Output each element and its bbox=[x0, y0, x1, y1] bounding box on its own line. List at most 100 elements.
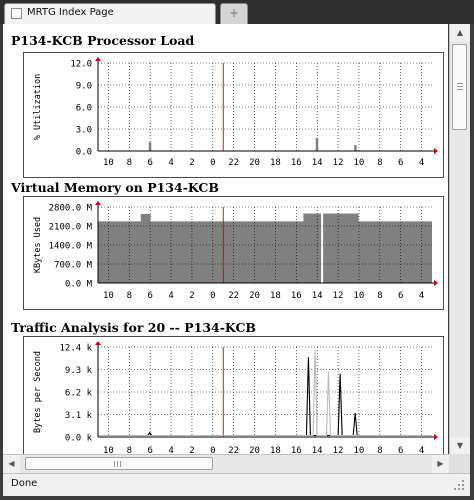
new-tab-button[interactable]: + bbox=[220, 3, 248, 24]
y-tick-label: 9.0 bbox=[76, 82, 92, 92]
tab-bar: MRTG Index Page + bbox=[0, 0, 474, 24]
x-tick-label: 20 bbox=[249, 291, 260, 301]
x-tick-label: 12 bbox=[333, 291, 344, 301]
axis-arrow-icon bbox=[95, 57, 101, 61]
x-tick-label: 8 bbox=[377, 158, 382, 168]
y-axis-label: Bytes per Second bbox=[33, 351, 43, 433]
x-tick-label: 10 bbox=[103, 291, 114, 301]
grip-line bbox=[457, 86, 463, 87]
x-tick-label: 2 bbox=[189, 446, 194, 454]
tab-title: MRTG Index Page bbox=[27, 7, 114, 18]
x-tick-label: 8 bbox=[127, 446, 132, 454]
y-tick-label: 3.0 bbox=[76, 126, 92, 136]
x-tick-label: 22 bbox=[228, 158, 239, 168]
x-tick-label: 6 bbox=[398, 291, 403, 301]
y-tick-label: 2800.0 M bbox=[49, 204, 93, 214]
axis-arrow-icon bbox=[95, 201, 101, 205]
chart-virtual-memory: 2800.0 M 2100.0 M 1400.0 M 700.0 M 0.0 M 10 8 6… bbox=[23, 196, 444, 310]
x-tick-label: 16 bbox=[291, 158, 302, 168]
y-tick-label: 0.0 M bbox=[65, 280, 93, 290]
y-tick-label: 700.0 M bbox=[54, 261, 93, 271]
chart-svg-virtual-memory: 2800.0 M 2100.0 M 1400.0 M 700.0 M 0.0 M 10 8 6… bbox=[33, 201, 438, 301]
x-tick-label: 4 bbox=[419, 158, 424, 168]
grip-line bbox=[117, 461, 118, 467]
x-tick-label: 22 bbox=[228, 291, 239, 301]
y-tick-label: 3.1 k bbox=[65, 411, 93, 421]
x-tick-label: 6 bbox=[398, 158, 403, 168]
x-tick-label: 4 bbox=[168, 446, 173, 454]
status-bar: Done bbox=[3, 473, 470, 496]
scrollbar-corner bbox=[449, 454, 470, 473]
y-axis-label: KBytes Used bbox=[33, 217, 43, 273]
y-tick-label: 6.2 k bbox=[65, 389, 93, 399]
y-tick-label: 12.4 k bbox=[59, 344, 92, 354]
x-tick-label: 8 bbox=[127, 158, 132, 168]
x-tick-label: 6 bbox=[398, 446, 403, 454]
x-tick-label: 16 bbox=[291, 446, 302, 454]
x-tick-label: 18 bbox=[270, 291, 281, 301]
grip-line bbox=[120, 461, 121, 467]
x-tick-label: 8 bbox=[127, 291, 132, 301]
vertical-scrollbar[interactable]: ▲ ▼ bbox=[449, 24, 470, 454]
y-tick-label: 2100.0 M bbox=[49, 223, 93, 233]
x-tick-label: 20 bbox=[249, 446, 260, 454]
axis-arrow-icon bbox=[434, 148, 438, 154]
vertical-scroll-thumb[interactable] bbox=[452, 44, 467, 130]
area-gap bbox=[321, 207, 324, 283]
x-tick-label: 18 bbox=[270, 158, 281, 168]
x-tick-label: 0 bbox=[210, 446, 215, 454]
x-tick-label: 22 bbox=[228, 446, 239, 454]
x-tick-label: 10 bbox=[354, 446, 365, 454]
y-tick-label: 9.3 k bbox=[65, 366, 93, 376]
scroll-down-arrow-icon[interactable]: ▼ bbox=[450, 437, 470, 454]
x-tick-label: 6 bbox=[147, 446, 152, 454]
grip-line bbox=[457, 89, 463, 90]
grip-line bbox=[114, 461, 115, 467]
x-tick-label: 14 bbox=[312, 158, 323, 168]
x-tick-label: 4 bbox=[419, 446, 424, 454]
y-tick-label: 12.0 bbox=[70, 60, 92, 70]
graph-title-processor-load: P134-KCB Processor Load bbox=[11, 33, 195, 48]
graph-title-virtual-memory: Virtual Memory on P134-KCB bbox=[11, 180, 219, 195]
horizontal-scroll-thumb[interactable] bbox=[25, 457, 213, 470]
x-tick-label: 6 bbox=[147, 291, 152, 301]
page-content: P134-KCB Processor Load 12.0 9.0 6.0 3.0 0.0… bbox=[3, 24, 448, 454]
x-tick-label: 6 bbox=[147, 158, 152, 168]
y-tick-label: 6.0 bbox=[76, 104, 92, 114]
plot-area bbox=[98, 347, 432, 437]
status-text: Done bbox=[11, 478, 38, 489]
x-tick-label: 0 bbox=[210, 158, 215, 168]
x-tick-label: 16 bbox=[291, 291, 302, 301]
axis-arrow-icon bbox=[434, 434, 438, 440]
x-tick-label: 20 bbox=[249, 158, 260, 168]
y-axis-label: % Utilization bbox=[33, 74, 43, 141]
x-tick-label: 4 bbox=[419, 291, 424, 301]
plot-area bbox=[98, 63, 432, 151]
scroll-right-arrow-icon[interactable]: ▶ bbox=[432, 455, 449, 473]
x-tick-label: 0 bbox=[210, 291, 215, 301]
y-tick-label: 0.0 k bbox=[65, 434, 93, 444]
chart-processor-load: 12.0 9.0 6.0 3.0 0.0 10 8 6 4 2 0 22 20 18 16 14 12 10 8 6 4… bbox=[23, 52, 444, 178]
horizontal-scrollbar[interactable]: ◀ ▶ bbox=[3, 454, 449, 473]
axis-arrow-icon bbox=[434, 280, 438, 286]
scroll-left-arrow-icon[interactable]: ◀ bbox=[3, 455, 20, 473]
x-tick-label: 10 bbox=[103, 446, 114, 454]
chart-traffic: 12.4 k 9.3 k 6.2 k 3.1 k 0.0 k 10 8 6 4 2 0 22 20 18 1… bbox=[23, 336, 444, 454]
x-tick-label: 12 bbox=[333, 158, 344, 168]
x-tick-label: 14 bbox=[312, 446, 323, 454]
x-tick-label: 14 bbox=[312, 291, 323, 301]
chart-svg-traffic: 12.4 k9.3 k6.2 k3.1 k0.0 k10 8 6 4 2 0 22 20 18 1… bbox=[33, 341, 438, 454]
spike-bar bbox=[148, 142, 152, 151]
x-tick-label: 4 bbox=[168, 158, 173, 168]
x-tick-label: 10 bbox=[354, 158, 365, 168]
x-tick-label: 10 bbox=[103, 158, 114, 168]
x-tick-label: 4 bbox=[168, 291, 173, 301]
chart-svg-processor-load: 12.09.06.03.00.010 8 6 4 2 0 22 20 18 16 14 12 10 8 6 4… bbox=[33, 57, 438, 168]
area-bump bbox=[140, 214, 151, 283]
x-tick-label: 8 bbox=[377, 446, 382, 454]
scroll-up-arrow-icon[interactable]: ▲ bbox=[450, 24, 470, 41]
axis-arrow-icon bbox=[95, 341, 101, 345]
resize-grip-icon[interactable] bbox=[454, 480, 464, 490]
tab-mrtg-index[interactable]: MRTG Index Page bbox=[4, 3, 216, 24]
page-icon bbox=[11, 8, 22, 19]
